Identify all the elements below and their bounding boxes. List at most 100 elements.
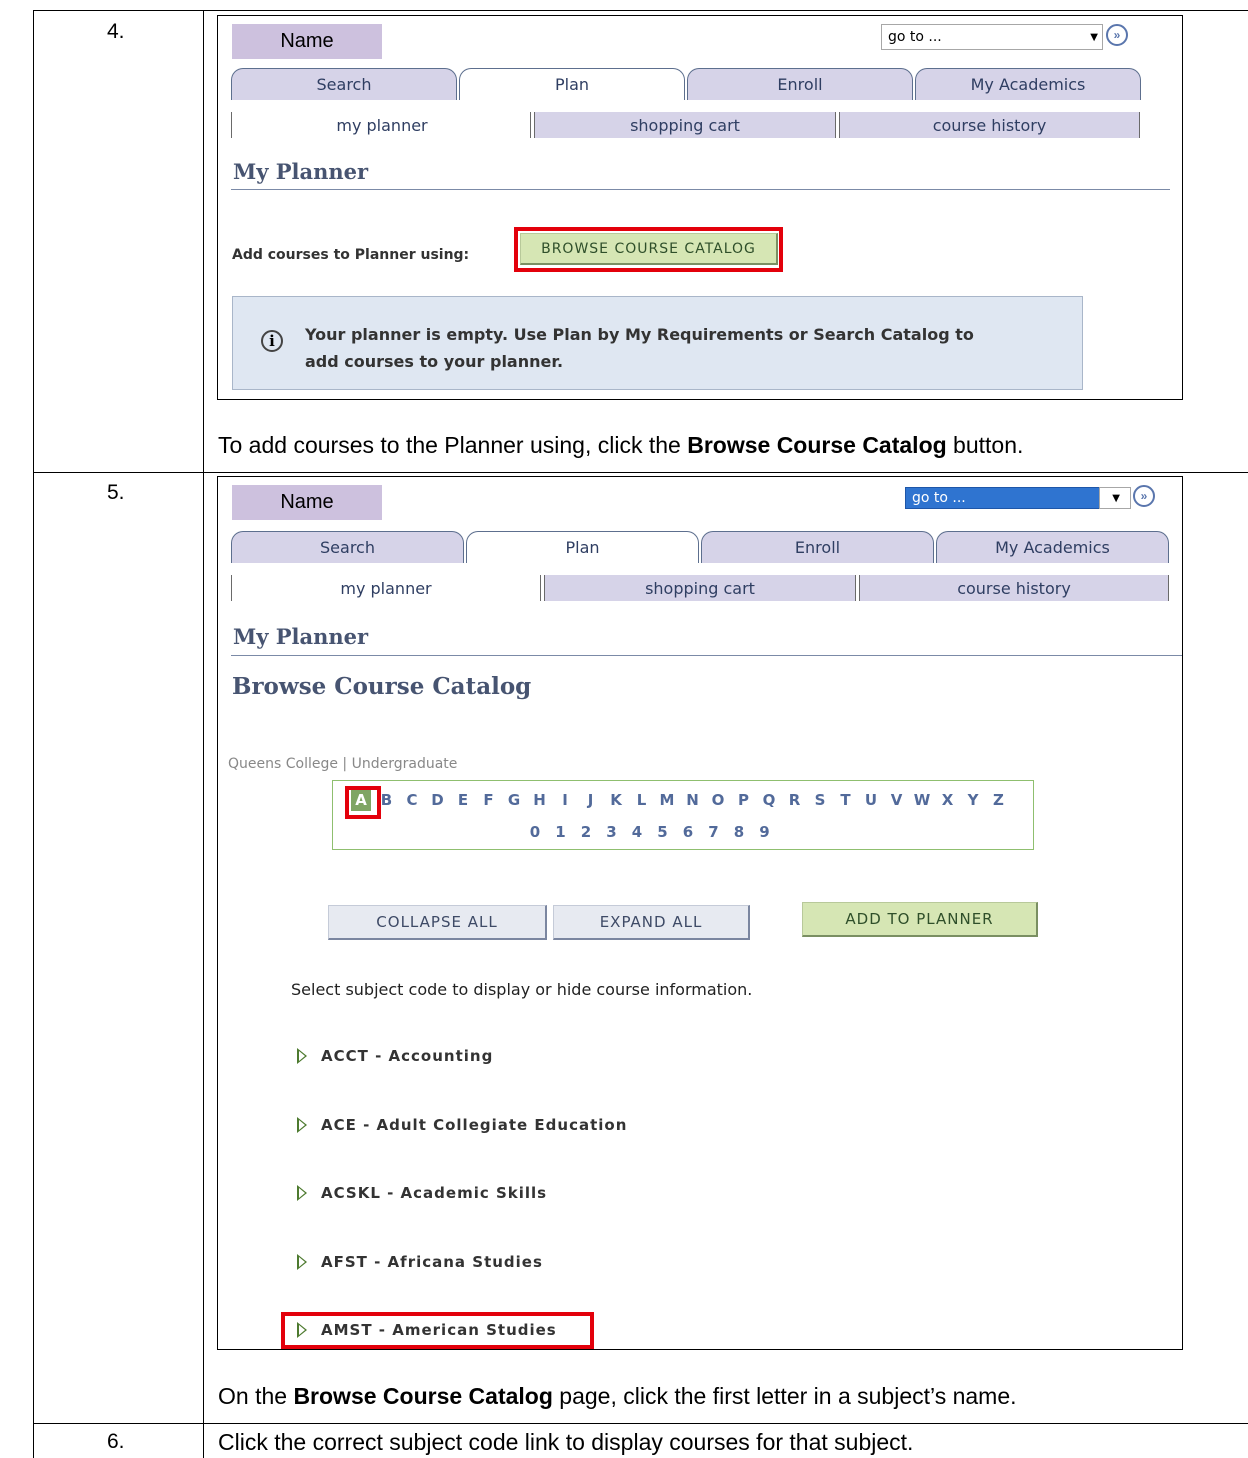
digit-link[interactable]: 6 bbox=[678, 821, 698, 843]
caption-bold: Browse Course Catalog bbox=[293, 1383, 553, 1409]
subject-link[interactable]: ACCT - Accounting bbox=[297, 1047, 493, 1065]
letter-link[interactable]: H bbox=[530, 789, 550, 811]
letter-link[interactable]: Z bbox=[989, 789, 1009, 811]
letter-link[interactable]: K bbox=[606, 789, 626, 811]
subtab-my-planner[interactable]: my planner bbox=[232, 575, 540, 601]
letter-link[interactable]: G bbox=[504, 789, 524, 811]
letter-link[interactable]: O bbox=[708, 789, 728, 811]
expand-triangle-icon bbox=[297, 1048, 307, 1064]
digit-link[interactable]: 7 bbox=[704, 821, 724, 843]
subject-label: ACCT - Accounting bbox=[321, 1047, 494, 1065]
subtab-shopping-cart[interactable]: shopping cart bbox=[545, 575, 855, 601]
tab-label: My Academics bbox=[995, 538, 1110, 557]
letter-link[interactable]: L bbox=[632, 789, 652, 811]
caption-text: On the bbox=[218, 1383, 294, 1409]
goto-placeholder: go to ... bbox=[888, 29, 942, 45]
letter-link[interactable]: E bbox=[453, 789, 473, 811]
letter-link[interactable]: N bbox=[683, 789, 703, 811]
add-to-planner-button[interactable]: Add To Planner bbox=[802, 902, 1038, 937]
table-border-left bbox=[33, 10, 34, 1458]
go-arrow-icon[interactable]: » bbox=[1133, 485, 1155, 507]
tab-search[interactable]: Search bbox=[231, 531, 464, 563]
tab-label: Enroll bbox=[777, 75, 823, 94]
digit-link[interactable]: 5 bbox=[653, 821, 673, 843]
letter-link[interactable]: R bbox=[785, 789, 805, 811]
letter-link[interactable]: J bbox=[581, 789, 601, 811]
highlight-box bbox=[281, 1312, 594, 1349]
dropdown-arrow-icon: ▼ bbox=[1090, 31, 1098, 43]
letter-link[interactable]: X bbox=[938, 789, 958, 811]
tab-plan[interactable]: Plan bbox=[466, 531, 699, 563]
tab-enroll[interactable]: Enroll bbox=[701, 531, 934, 563]
add-courses-label: Add courses to Planner using: bbox=[232, 247, 470, 263]
tab-my-academics[interactable]: My Academics bbox=[936, 531, 1169, 563]
subtab-my-planner[interactable]: my planner bbox=[232, 112, 532, 138]
step-number: 5. bbox=[107, 481, 125, 504]
digit-link[interactable]: 8 bbox=[729, 821, 749, 843]
expand-all-button[interactable]: Expand All bbox=[553, 905, 750, 940]
collapse-all-button[interactable]: Collapse All bbox=[328, 905, 547, 940]
letter-link[interactable]: D bbox=[428, 789, 448, 811]
digit-link[interactable]: 3 bbox=[602, 821, 622, 843]
info-line-2: add courses to your planner. bbox=[305, 352, 564, 371]
tab-plan[interactable]: Plan bbox=[459, 68, 685, 100]
letter-link[interactable]: W bbox=[912, 789, 932, 811]
goto-placeholder: go to ... bbox=[912, 490, 966, 506]
subtab-label: my planner bbox=[336, 115, 428, 135]
letter-link[interactable]: F bbox=[479, 789, 499, 811]
subject-link[interactable]: ACE - Adult Collegiate Education bbox=[297, 1116, 627, 1134]
step-number: 6. bbox=[107, 1430, 125, 1453]
subtab-label: course history bbox=[932, 115, 1047, 135]
letter-link[interactable]: U bbox=[861, 789, 881, 811]
title-underline bbox=[231, 655, 1182, 656]
letter-link[interactable]: V bbox=[887, 789, 907, 811]
letter-link[interactable]: T bbox=[836, 789, 856, 811]
subtab-separator bbox=[835, 112, 836, 138]
expand-triangle-icon bbox=[297, 1253, 307, 1270]
alphabet-index: ABCDEFGHIJKLMNOPQRSTUVWXYZ 0123456789 bbox=[332, 780, 1034, 850]
caption-text: button. bbox=[946, 432, 1024, 458]
table-border-top bbox=[33, 10, 1248, 11]
letter-link[interactable]: Y bbox=[963, 789, 983, 811]
digit-link[interactable]: 0 bbox=[525, 821, 545, 843]
digit-link[interactable]: 1 bbox=[551, 821, 571, 843]
subtab-label: course history bbox=[957, 578, 1071, 598]
goto-select[interactable]: go to ... ▼ bbox=[881, 24, 1103, 50]
goto-select[interactable]: go to ... bbox=[905, 487, 1131, 509]
subtab-shopping-cart[interactable]: shopping cart bbox=[535, 112, 835, 138]
student-name: Name bbox=[232, 485, 382, 520]
letter-link[interactable]: S bbox=[810, 789, 830, 811]
tab-search[interactable]: Search bbox=[231, 68, 457, 100]
subtab-label: my planner bbox=[340, 578, 432, 598]
tab-enroll[interactable]: Enroll bbox=[687, 68, 913, 100]
tab-label: Search bbox=[320, 538, 375, 557]
expand-triangle-icon bbox=[297, 1185, 307, 1201]
step-caption: Click the correct subject code link to d… bbox=[218, 1429, 914, 1455]
digit-link[interactable]: 9 bbox=[755, 821, 775, 843]
letter-link[interactable]: I bbox=[555, 789, 575, 811]
subtab-course-history[interactable]: course history bbox=[860, 575, 1168, 601]
tab-label: Plan bbox=[565, 538, 600, 557]
subject-link[interactable]: ACSKL - Academic Skills bbox=[297, 1184, 547, 1202]
subtab-course-history[interactable]: course history bbox=[840, 112, 1139, 138]
letter-link[interactable]: Q bbox=[759, 789, 779, 811]
subject-label: AFST - Africana Studies bbox=[321, 1252, 543, 1271]
digit-link[interactable]: 2 bbox=[576, 821, 596, 843]
subtab-label: shopping cart bbox=[630, 115, 740, 135]
go-arrow-icon[interactable]: » bbox=[1106, 24, 1128, 46]
subtab-separator bbox=[540, 575, 541, 601]
caption-text: page, click the first letter in a subjec… bbox=[552, 1383, 1017, 1409]
step-caption: On the Browse Course Catalog page, click… bbox=[218, 1383, 1017, 1410]
letter-link[interactable]: M bbox=[657, 789, 677, 811]
tab-my-academics[interactable]: My Academics bbox=[915, 68, 1141, 100]
screenshot-my-planner: Name go to ... ▼ » Search Plan Enroll My… bbox=[217, 15, 1183, 400]
subject-link[interactable]: AFST - Africana Studies bbox=[297, 1253, 543, 1271]
step-number: 4. bbox=[107, 20, 125, 43]
catalog-heading: Browse Course Catalog bbox=[232, 673, 532, 700]
tab-label: Search bbox=[316, 75, 372, 94]
goto-dropdown-button[interactable]: ▼ bbox=[1099, 487, 1131, 509]
digit-link[interactable]: 4 bbox=[627, 821, 647, 843]
letter-link[interactable]: P bbox=[734, 789, 754, 811]
letter-link[interactable]: C bbox=[402, 789, 422, 811]
step-caption: To add courses to the Planner using, cli… bbox=[218, 432, 1023, 459]
